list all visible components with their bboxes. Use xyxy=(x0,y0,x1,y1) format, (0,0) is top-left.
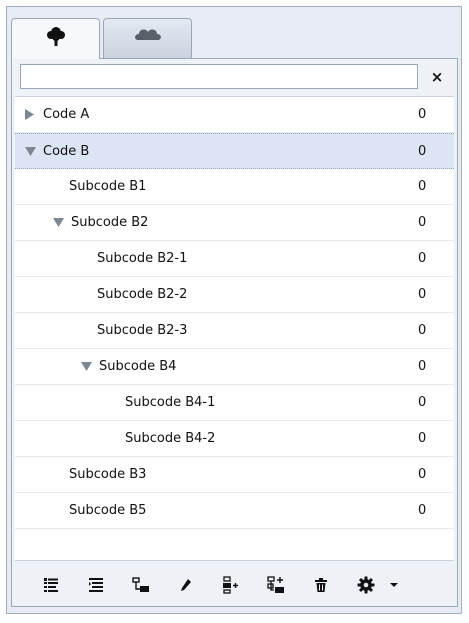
code-row[interactable]: Code B 0 xyxy=(15,133,454,169)
code-count: 0 xyxy=(418,323,427,338)
toolbar xyxy=(15,566,454,604)
code-count: 0 xyxy=(418,359,427,374)
add-child-button[interactable] xyxy=(213,570,249,600)
add-sibling-icon xyxy=(267,576,285,594)
code-row[interactable]: Subcode B4 0 xyxy=(15,349,454,385)
indent-icon xyxy=(88,577,104,593)
indent-button[interactable] xyxy=(78,570,114,600)
add-sibling-button[interactable] xyxy=(258,570,294,600)
code-label: Subcode B1 xyxy=(69,179,147,194)
code-label: Code B xyxy=(43,143,90,159)
gear-icon xyxy=(357,576,375,594)
cloud-icon xyxy=(133,19,163,47)
caret-right-icon[interactable] xyxy=(25,108,41,122)
code-row[interactable]: Subcode B5 0 xyxy=(15,493,454,529)
search-input[interactable] xyxy=(20,64,418,89)
code-row[interactable]: Code A 0 xyxy=(15,97,454,133)
edit-button[interactable] xyxy=(168,570,204,600)
code-count: 0 xyxy=(418,395,427,410)
code-count: 0 xyxy=(418,251,427,266)
hierarchy-icon xyxy=(132,577,150,593)
settings-button[interactable] xyxy=(348,570,384,600)
tab-cloud[interactable] xyxy=(103,18,192,59)
hierarchy-button[interactable] xyxy=(123,570,159,600)
code-row[interactable]: Subcode B4-1 0 xyxy=(15,385,454,421)
code-count: 0 xyxy=(418,431,427,446)
tab-tree[interactable] xyxy=(11,18,100,59)
code-count: 0 xyxy=(418,179,427,194)
code-label: Subcode B4-2 xyxy=(125,431,216,446)
code-tree: Code A 0 Code B 0 Subcode B1 0 Subcode B2 0 Subc… xyxy=(15,96,454,561)
dropdown-arrow-icon xyxy=(390,582,398,588)
caret-down-icon[interactable] xyxy=(53,216,69,230)
code-label: Subcode B2 xyxy=(71,215,149,230)
code-count: 0 xyxy=(418,215,427,230)
code-row[interactable]: Subcode B1 0 xyxy=(15,169,454,205)
align-left-button[interactable] xyxy=(33,570,69,600)
more-dropdown-button[interactable] xyxy=(384,570,404,600)
code-count: 0 xyxy=(418,503,427,518)
trash-icon xyxy=(314,577,328,593)
code-row[interactable]: Subcode B3 0 xyxy=(15,457,454,493)
code-label: Subcode B2-3 xyxy=(97,323,188,338)
code-count: 0 xyxy=(418,467,427,482)
clear-search-button[interactable]: × xyxy=(425,66,449,88)
caret-down-icon[interactable] xyxy=(81,360,97,374)
code-row[interactable]: Subcode B2 0 xyxy=(15,205,454,241)
code-count: 0 xyxy=(418,144,427,159)
code-label: Subcode B4-1 xyxy=(125,395,216,410)
code-count: 0 xyxy=(418,107,427,122)
delete-button[interactable] xyxy=(303,570,339,600)
code-row[interactable]: Subcode B2-3 0 xyxy=(15,313,454,349)
caret-down-icon[interactable] xyxy=(25,144,41,158)
align-left-icon xyxy=(43,577,59,593)
code-count: 0 xyxy=(418,287,427,302)
code-row[interactable]: Subcode B2-1 0 xyxy=(15,241,454,277)
add-child-icon xyxy=(222,576,240,594)
code-label: Subcode B2-1 xyxy=(97,251,188,266)
code-label: Subcode B2-2 xyxy=(97,287,188,302)
code-row[interactable]: Subcode B4-2 0 xyxy=(15,421,454,457)
code-label: Subcode B4 xyxy=(99,359,177,374)
code-label: Code A xyxy=(43,107,90,122)
code-label: Subcode B5 xyxy=(69,503,147,518)
pencil-icon xyxy=(179,577,193,593)
tree-icon xyxy=(45,19,67,51)
code-label: Subcode B3 xyxy=(69,467,147,482)
code-row[interactable]: Subcode B2-2 0 xyxy=(15,277,454,313)
